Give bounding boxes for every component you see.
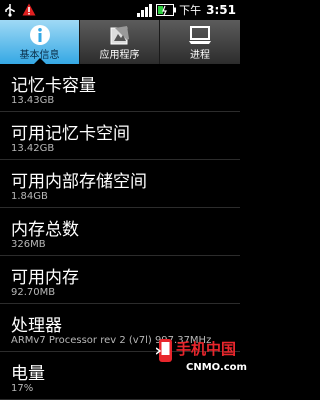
watermark: 手机中国 CNMO.com <box>156 336 247 382</box>
watermark-en: CNMO.com <box>186 362 247 373</box>
item-value: 13.43GB <box>11 95 55 106</box>
time-ampm: 下午 <box>179 4 202 17</box>
item-title: 可用记忆卡空间 <box>11 124 130 144</box>
tab-bar: 基本信息 应用程序 进程 <box>0 20 240 64</box>
tab-label: 基本信息 <box>19 50 60 61</box>
item-title: 记忆卡容量 <box>11 76 96 96</box>
signal-icon <box>137 3 153 17</box>
monitor-icon <box>189 26 211 44</box>
item-title: 内存总数 <box>11 220 79 240</box>
watermark-logo-icon <box>156 339 172 362</box>
item-value: 1.84GB <box>11 191 48 202</box>
item-value: 326MB <box>11 239 46 250</box>
item-title: 电量 <box>11 364 45 384</box>
item-title: 可用内部存储空间 <box>11 172 147 192</box>
usb-icon <box>5 4 15 17</box>
tab-processes[interactable]: 进程 <box>160 20 240 64</box>
list-item-ram-free[interactable]: 可用内存 92.70MB <box>0 256 240 304</box>
tab-label: 进程 <box>190 50 210 61</box>
tab-basic-info[interactable]: 基本信息 <box>0 20 80 64</box>
item-value: 92.70MB <box>11 287 56 298</box>
watermark-cn: 手机中国 <box>176 340 237 358</box>
battery-icon <box>156 4 177 16</box>
info-icon <box>29 25 50 45</box>
list-item-sd-capacity[interactable]: 记忆卡容量 13.43GB <box>0 64 240 112</box>
item-title: 可用内存 <box>11 268 79 288</box>
item-value: 13.42GB <box>11 143 55 154</box>
list-item-internal-free[interactable]: 可用内部存储空间 1.84GB <box>0 160 240 208</box>
apps-icon <box>110 26 129 45</box>
warning-icon <box>22 3 36 16</box>
status-bar: 下午 3:51 <box>0 0 240 20</box>
item-title: 处理器 <box>11 316 62 336</box>
item-value: 17% <box>11 383 34 394</box>
list-item-ram-total[interactable]: 内存总数 326MB <box>0 208 240 256</box>
tab-label: 应用程序 <box>99 50 140 61</box>
clock-time: 3:51 <box>206 3 236 17</box>
list-item-sd-free[interactable]: 可用记忆卡空间 13.42GB <box>0 112 240 160</box>
tab-applications[interactable]: 应用程序 <box>80 20 160 64</box>
